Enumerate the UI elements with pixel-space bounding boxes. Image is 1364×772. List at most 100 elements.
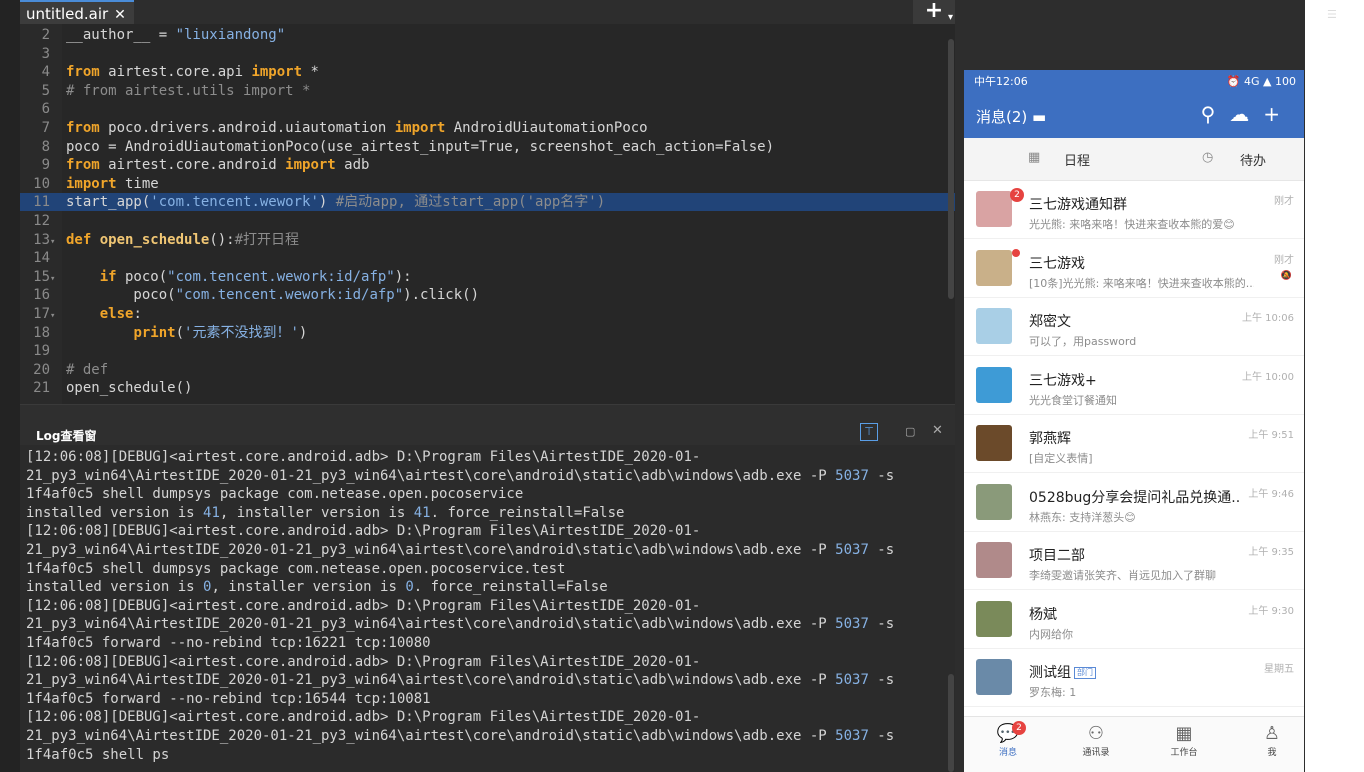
log-line: installed version is 41, installer versi… [26,504,625,521]
nav-item[interactable]: ▦ 工作台 [1154,723,1214,758]
log-line: [12:06:08][DEBUG]<airtest.core.android.a… [26,653,701,670]
code-line[interactable]: 18 print('元素不没找到！') [20,324,955,342]
fold-icon[interactable]: ▾ [50,233,60,251]
line-number: 7 [41,120,50,136]
code-editor[interactable]: 2 __author__ = "liuxiandong" 3 4 from airtes… [20,24,955,404]
nav-label: 我 [1267,748,1277,758]
cloud-icon[interactable]: ☁ [1229,102,1263,126]
nav-icon: ⚇ [1087,723,1105,744]
code-line[interactable]: 11 start_app('com.tencent.wework') #启动app… [20,193,955,212]
close-tab-icon[interactable]: ✕ [114,7,126,23]
code-line[interactable]: 15▾ if poco("com.tencent.wework:id/afp")… [20,268,955,286]
code-line[interactable]: 14 [20,249,955,267]
phone-screen[interactable]: 中午12:06 ⏰ 4G ▲ 100 消息(2) ▬ ⚲☁+ ▦ 日程 ◷ 待办… [964,70,1304,772]
code-line[interactable]: 3 [20,45,955,63]
code-line[interactable]: 7 from poco.drivers.android.uiautomation … [20,119,955,137]
conversation-item[interactable]: 三七游戏+ 光光食堂订餐通知 上午 10:00 [964,356,1304,415]
filter-icon[interactable]: ⊤ [860,423,878,441]
avatar [976,600,1012,637]
conversation-time: 上午 9:30 [1248,605,1294,617]
code-line[interactable]: 12 [20,212,955,230]
fold-icon[interactable]: ▾ [50,270,60,288]
line-number: 18 [33,324,50,341]
code-line[interactable]: 19 [20,342,955,360]
conversation-title: 郭燕辉 [1029,431,1071,447]
file-tab[interactable]: untitled.air ✕ [20,0,134,24]
log-line: 21_py3_win64\AirtestIDE_2020-01-21_py3_w… [26,727,895,744]
schedule-link[interactable]: 日程 [1064,150,1090,169]
conversation-time: 上午 9:35 [1248,547,1294,558]
avatar [976,542,1012,578]
quick-bar: ▦ 日程 ◷ 待办 [964,138,1304,181]
conversation-item[interactable]: 测试组 部门 罗东梅: 1 星期五 [964,648,1304,707]
code-line[interactable]: 8 poco = AndroidUiautomationPoco(use_airt… [20,138,955,156]
conversation-preview: 内网给你 [1029,627,1073,641]
code-line[interactable]: 4 from airtest.core.api import * [20,63,955,81]
mute-icon: 🔕 [1280,270,1292,281]
conversation-item[interactable]: 杨斌内网给你 上午 9:30 [964,590,1304,649]
conversation-time: 上午 10:00 [1242,371,1294,383]
conversation-title: 杨斌 [1029,606,1057,623]
restore-icon[interactable]: ▢ [905,425,915,438]
nav-label: 消息 [998,748,1017,758]
line-number: 16 [33,287,50,304]
log-scrollbar[interactable] [948,674,954,772]
new-file-button[interactable]: + ▾ [913,0,955,24]
menu-icon[interactable]: ☰ [1327,8,1337,21]
conversation-item[interactable]: 郭燕辉 [自定义表情] 上午 9:51 [964,414,1304,473]
calendar-icon[interactable]: ▦ [1028,150,1040,165]
log-line: [12:06:08][DEBUG]<airtest.core.android.a… [26,523,701,540]
line-number: 8 [41,138,50,155]
avatar [976,659,1012,695]
status-icons: ⏰ 4G ▲ 100 [1226,75,1296,88]
log-line: [12:06:08][DEBUG]<airtest.core.android.a… [26,597,701,614]
code-line[interactable]: 9 from airtest.core.android import adb [20,156,955,174]
tab-bar: untitled.air ✕ + ▾ [20,0,955,25]
code-line[interactable]: 6 [20,100,955,118]
conversation-title: 0528bug分享会提问礼品兑换通... [1029,489,1239,506]
line-number: 9 [41,157,50,174]
conversation-title: 三七游戏通知群 [1029,197,1127,213]
fold-icon[interactable]: ▾ [50,307,60,325]
nav-item[interactable]: 💬 消息 2 [978,721,1038,758]
nav-badge: 2 [1012,721,1026,735]
log-line: [12:06:08][DEBUG]<airtest.core.android.a… [26,449,701,465]
line-number: 13 [33,231,50,248]
nav-item[interactable]: ⚇ 通讯录 [1066,723,1126,758]
code-line[interactable]: 2 __author__ = "liuxiandong" [20,26,955,44]
conversation-item[interactable]: 0528bug分享会提问礼品兑换通... 林燕东: 支持洋葱头😊 上午 9:46 [964,473,1304,532]
code-line[interactable]: 16 poco("com.tencent.wework:id/afp").cli… [20,286,955,304]
log-line: 1f4af0c5 shell ps [26,746,170,763]
conversation-item[interactable]: 2 三七游戏通知群 光光熊: 来咯来咯！快进来查收本熊的爱😊 刚才 [964,180,1304,239]
avatar [976,483,1012,520]
close-icon[interactable]: ✕ [932,423,943,438]
code-line[interactable]: 10 import time [20,175,955,193]
log-body[interactable]: [12:06:08][DEBUG]<airtest.core.android.a… [26,448,926,772]
code-line[interactable]: 20 # def [20,361,955,379]
code-line[interactable]: 13▾ def open_schedule():#打开日程 [20,231,955,249]
nav-item[interactable]: ♙ 我 [1242,723,1302,758]
app-title[interactable]: 消息(2) ▬ [976,106,1046,127]
check-icon[interactable]: ◷ [1202,150,1213,165]
plus-icon[interactable]: + [1263,102,1294,126]
conversation-preview: [自定义表情] [1029,452,1093,465]
conversation-item[interactable]: 三七游戏 [10条]光光熊: 来咯来咯！快进来查收本熊的... 刚才 🔕 [964,239,1304,298]
conversation-title: 项目二部 [1029,548,1085,564]
code-line[interactable]: 17▾ else: [20,305,955,323]
log-line: 1f4af0c5 shell dumpsys package com.netea… [26,486,524,503]
message-icon: ▬ [1032,108,1047,126]
todo-link[interactable]: 待办 [1240,150,1266,169]
conversation-item[interactable]: 项目二部 李绮雯邀请张笑齐、肖远见加入了群聊 上午 9:35 [964,531,1304,590]
conversation-item[interactable]: 郑密文 可以了，用password 上午 10:06 [964,297,1304,356]
editor-scrollbar[interactable] [948,39,954,299]
nav-icon: ♙ [1263,723,1281,744]
dept-tag: 部门 [1074,667,1096,679]
conversation-preview: [10条]光光熊: 来咯来咯！快进来查收本熊的... [1029,276,1254,290]
code-line[interactable]: 21 open_schedule() [20,379,955,397]
nav-icon: 💬 [996,723,1020,744]
conversation-preview: 可以了，用password [1029,335,1137,348]
search-icon[interactable]: ⚲ [1201,102,1230,126]
code-line[interactable]: 5 # from airtest.utils import * [20,82,955,100]
log-line: 1f4af0c5 forward --no-rebind tcp:16221 t… [26,634,431,651]
log-line: 21_py3_win64\AirtestIDE_2020-01-21_py3_w… [26,467,895,484]
